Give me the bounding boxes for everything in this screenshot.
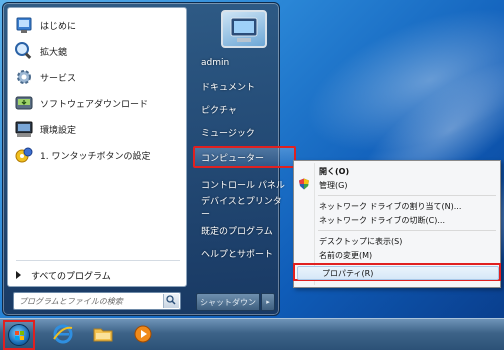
- context-menu-separator: [318, 195, 496, 196]
- context-item-disconnect-network-drive[interactable]: ネットワーク ドライブの切断(C)...: [316, 213, 498, 227]
- pictures-link[interactable]: ピクチャ: [195, 98, 285, 120]
- all-programs-button[interactable]: すべてのプログラム: [14, 266, 184, 284]
- windows-logo-icon: [8, 324, 30, 346]
- program-label: 拡大鏡: [40, 47, 68, 58]
- context-menu-separator: [318, 230, 496, 231]
- right-item-label: コンピューター: [201, 153, 265, 164]
- start-menu: はじめに 拡大鏡 サービス ソフトウェアダウンロード 環境設定 1. ワンタッチ…: [2, 2, 296, 316]
- context-item-map-network-drive[interactable]: ネットワーク ドライブの割り当て(N)...: [316, 199, 498, 213]
- right-item-label: デバイスとプリンター: [201, 197, 282, 220]
- internet-explorer-icon: [51, 322, 75, 349]
- context-item-label: ネットワーク ドライブの割り当て(N)...: [319, 201, 462, 211]
- program-label: はじめに: [40, 21, 77, 32]
- user-name-link[interactable]: admin: [195, 52, 285, 74]
- control-panel-link[interactable]: コントロール パネル: [195, 173, 285, 195]
- right-item-label: ミュージック: [201, 128, 255, 139]
- context-item-label: 名前の変更(M): [319, 250, 373, 260]
- default-programs-link[interactable]: 既定のプログラム: [195, 219, 285, 241]
- explorer-button[interactable]: [84, 321, 122, 349]
- start-orb-button[interactable]: [3, 320, 35, 350]
- right-item-label: コントロール パネル: [201, 180, 285, 191]
- all-programs-label: すべてのプログラム: [31, 271, 111, 282]
- search-placeholder: プログラムとファイルの検索: [19, 296, 123, 306]
- shield-icon: [298, 178, 310, 190]
- media-player-button[interactable]: [124, 321, 162, 349]
- context-item-label: 開く(O): [319, 166, 350, 176]
- help-support-link[interactable]: ヘルプとサポート: [195, 242, 285, 264]
- user-picture[interactable]: [221, 10, 267, 48]
- program-item-magnifier[interactable]: 拡大鏡: [10, 38, 185, 64]
- chevron-right-icon: ▸: [266, 298, 270, 306]
- program-item-getting-started[interactable]: はじめに: [10, 12, 185, 38]
- right-item-label: ドキュメント: [201, 82, 256, 93]
- context-item-label: プロパティ(R): [322, 268, 374, 278]
- context-item-properties[interactable]: プロパティ(R): [293, 263, 501, 281]
- software-download-icon: [14, 93, 34, 113]
- getting-started-icon: [14, 15, 34, 35]
- program-label: ソフトウェアダウンロード: [40, 99, 149, 110]
- context-item-show-on-desktop[interactable]: デスクトップに表示(S): [316, 234, 498, 248]
- context-item-properties-text: プロパティ(R): [319, 266, 497, 280]
- program-label: 環境設定: [40, 125, 77, 136]
- program-item-software-download[interactable]: ソフトウェアダウンロード: [10, 90, 185, 116]
- taskbar: [0, 318, 504, 350]
- context-item-label: ネットワーク ドライブの切断(C)...: [319, 215, 445, 225]
- context-item-label: 管理(G): [319, 180, 348, 190]
- computer-link[interactable]: コンピューター: [193, 146, 296, 168]
- program-label: サービス: [40, 73, 77, 84]
- search-input[interactable]: プログラムとファイルの検索: [13, 292, 181, 310]
- context-item-label: デスクトップに表示(S): [319, 236, 403, 246]
- programs-separator: [16, 260, 180, 261]
- magnifier-icon: [14, 41, 34, 61]
- program-item-one-touch-button[interactable]: 1. ワンタッチボタンの設定: [10, 142, 185, 168]
- shutdown-button[interactable]: シャットダウン: [196, 293, 260, 311]
- search-icon[interactable]: [163, 294, 179, 308]
- settings-icon: [14, 119, 34, 139]
- programs-pane: はじめに 拡大鏡 サービス ソフトウェアダウンロード 環境設定 1. ワンタッチ…: [7, 7, 187, 287]
- internet-explorer-button[interactable]: [44, 321, 82, 349]
- right-item-label: admin: [201, 58, 230, 68]
- devices-printers-link[interactable]: デバイスとプリンター: [195, 196, 285, 220]
- shutdown-label: シャットダウン: [200, 297, 256, 307]
- music-link[interactable]: ミュージック: [195, 121, 285, 143]
- context-item-rename[interactable]: 名前の変更(M): [316, 248, 498, 262]
- one-touch-button-icon: [14, 145, 34, 165]
- right-item-label: ピクチャ: [201, 105, 237, 116]
- context-item-manage[interactable]: 管理(G): [316, 178, 498, 192]
- shutdown-options-button[interactable]: ▸: [261, 293, 275, 311]
- arrow-right-icon: [16, 271, 21, 279]
- right-item-label: ヘルプとサポート: [201, 249, 274, 260]
- documents-link[interactable]: ドキュメント: [195, 75, 285, 97]
- media-player-icon: [131, 322, 155, 349]
- context-item-open[interactable]: 開く(O): [316, 164, 498, 178]
- program-item-settings[interactable]: 環境設定: [10, 116, 185, 142]
- program-label: 1. ワンタッチボタンの設定: [40, 151, 151, 162]
- folder-icon: [91, 322, 115, 349]
- right-item-label: 既定のプログラム: [201, 226, 273, 237]
- services-icon: [14, 67, 34, 87]
- program-item-services[interactable]: サービス: [10, 64, 185, 90]
